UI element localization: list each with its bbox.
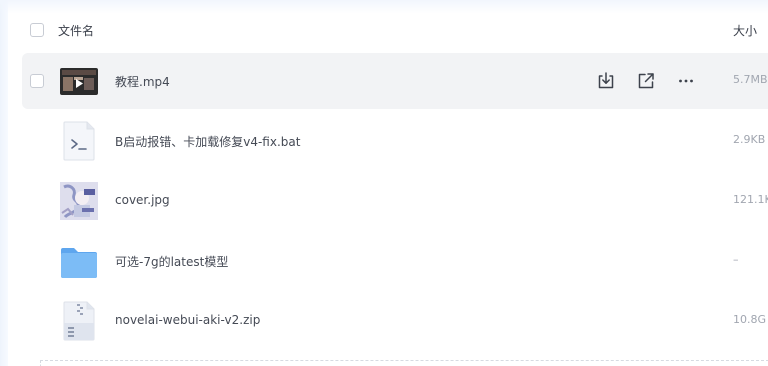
file-row[interactable]: B启动报错、卡加载修复v4-fix.bat 2.9KB	[22, 113, 768, 169]
file-size: 2.9KB	[733, 133, 766, 146]
file-row[interactable]: 教程.mp4 5.7MB	[22, 53, 768, 109]
file-name[interactable]: B启动报错、卡加载修复v4-fix.bat	[115, 133, 300, 150]
file-size: 5.7MB	[733, 73, 768, 86]
download-icon[interactable]	[594, 69, 618, 93]
file-list-header: 文件名 大小	[22, 12, 768, 50]
column-header-name[interactable]: 文件名	[58, 22, 94, 39]
file-name[interactable]: novelai-webui-aki-v2.zip	[115, 313, 260, 327]
file-name[interactable]: 可选-7g的latest模型	[115, 253, 228, 270]
script-file-icon	[60, 121, 98, 161]
video-thumbnail	[60, 61, 98, 101]
sidebar-edge	[0, 0, 8, 366]
folder-icon	[60, 241, 98, 281]
share-icon[interactable]	[634, 69, 658, 93]
select-all-checkbox[interactable]	[30, 23, 44, 37]
row-checkbox[interactable]	[30, 74, 44, 88]
zip-file-icon	[60, 301, 98, 341]
file-row[interactable]: cover.jpg 121.1K	[22, 173, 768, 229]
column-header-size[interactable]: 大小	[733, 22, 757, 39]
file-size: 10.8G	[733, 313, 767, 326]
file-name[interactable]: 教程.mp4	[115, 73, 170, 90]
more-icon[interactable]	[674, 69, 698, 93]
row-actions	[592, 69, 702, 93]
file-name[interactable]: cover.jpg	[115, 193, 170, 207]
file-list-page: 文件名 大小 教程.mp4 5.7MB B启动报错、卡加载修复v4-fix.ba…	[0, 0, 768, 366]
upload-drop-zone[interactable]	[40, 360, 768, 366]
file-row[interactable]: 可选-7g的latest模型 –	[22, 233, 768, 289]
file-row[interactable]: novelai-webui-aki-v2.zip 10.8G	[22, 293, 768, 349]
file-size: 121.1K	[733, 193, 768, 206]
file-size: –	[733, 253, 739, 266]
image-thumbnail	[60, 181, 98, 221]
